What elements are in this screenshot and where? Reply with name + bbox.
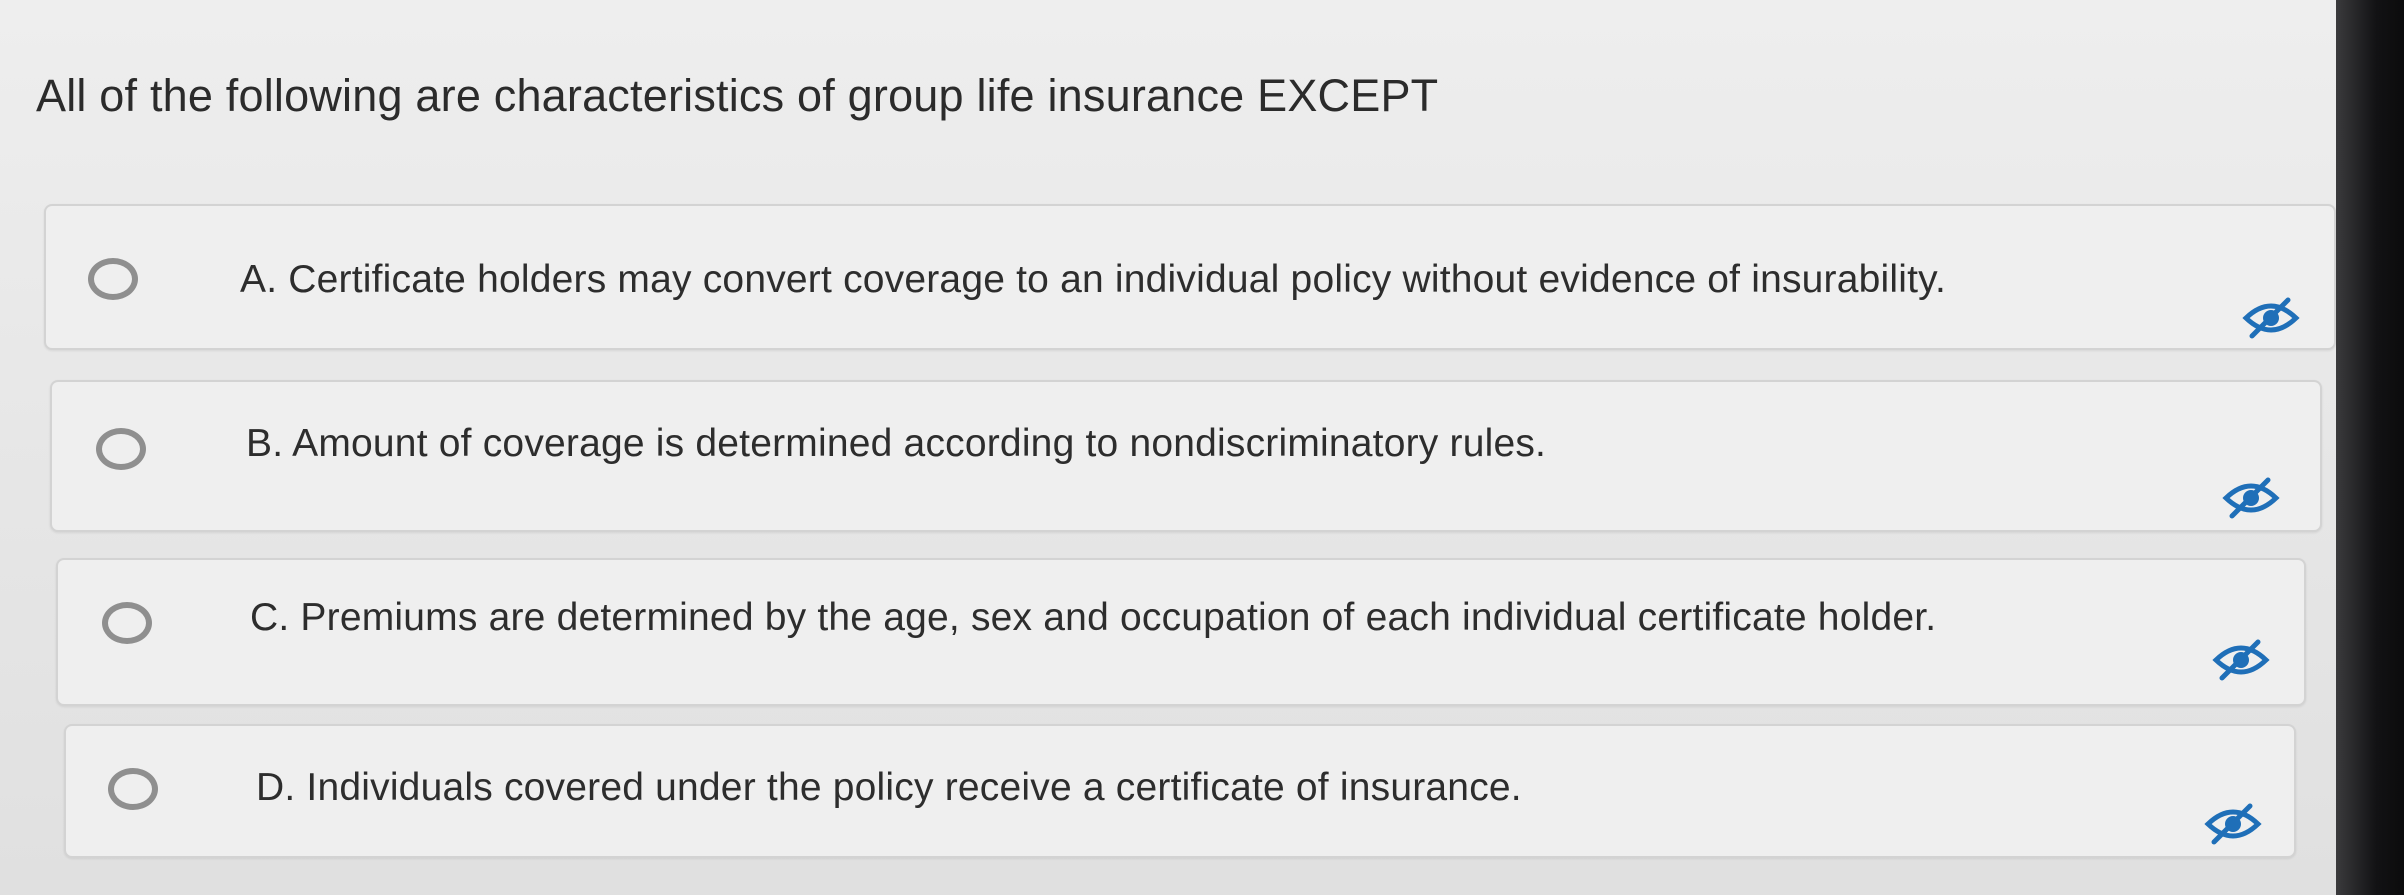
answer-text-a: A. Certificate holders may convert cover…: [240, 258, 1946, 301]
answer-text-d: D. Individuals covered under the policy …: [256, 766, 1522, 809]
eliminate-answer-icon[interactable]: [2222, 476, 2280, 520]
radio-button-a[interactable]: [88, 258, 138, 300]
answer-text-b: B. Amount of coverage is determined acco…: [246, 422, 1547, 465]
radio-button-d[interactable]: [108, 768, 158, 810]
answer-option-b[interactable]: B. Amount of coverage is determined acco…: [50, 380, 2322, 532]
answer-text-c: C. Premiums are determined by the age, s…: [250, 596, 1937, 639]
quiz-screen: All of the following are characteristics…: [0, 0, 2336, 895]
radio-button-c[interactable]: [102, 602, 152, 644]
radio-button-b[interactable]: [96, 428, 146, 470]
eliminate-answer-icon[interactable]: [2242, 296, 2300, 340]
question-text: All of the following are characteristics…: [36, 70, 1439, 121]
answer-option-a[interactable]: A. Certificate holders may convert cover…: [44, 204, 2336, 350]
answer-option-d[interactable]: D. Individuals covered under the policy …: [64, 724, 2296, 858]
eliminate-answer-icon[interactable]: [2204, 802, 2262, 846]
monitor-bezel: [2336, 0, 2404, 895]
eliminate-answer-icon[interactable]: [2212, 638, 2270, 682]
answer-option-c[interactable]: C. Premiums are determined by the age, s…: [56, 558, 2306, 706]
